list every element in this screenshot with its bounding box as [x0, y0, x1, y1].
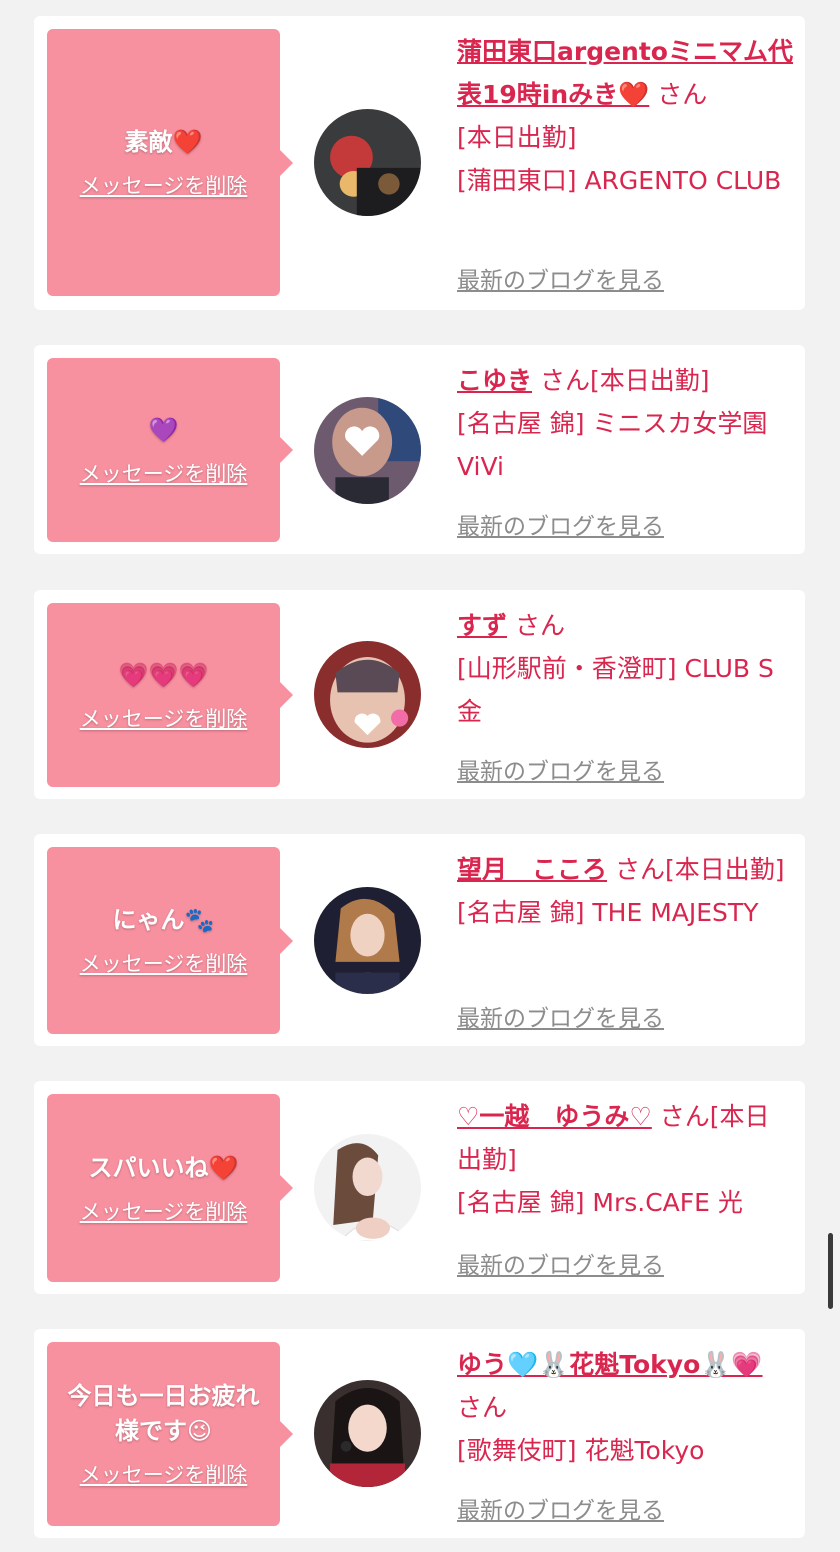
avatar[interactable]: [314, 109, 421, 216]
shop-name: [名古屋 錦] Mrs.CAFE 光: [457, 1188, 743, 1217]
user-name-link[interactable]: ゆう🩵🐰花魁Tokyo🐰💗: [457, 1350, 763, 1379]
message-text: 💗💗💗: [118, 660, 209, 689]
user-info: 蒲田東口argentoミニマム代表19時inみき❤️ さん [本日出勤] [蒲田…: [457, 30, 793, 202]
delete-message-link[interactable]: メッセージを削除: [80, 1196, 248, 1226]
delete-message-link[interactable]: メッセージを削除: [80, 703, 248, 733]
user-name-link[interactable]: 望月 こころ: [457, 855, 607, 884]
delete-message-link[interactable]: メッセージを削除: [80, 1459, 248, 1489]
avatar-image: [314, 397, 421, 504]
user-suffix: さん: [657, 80, 708, 109]
avatar-image: [314, 887, 421, 994]
user-info: こゆき さん[本日出勤] [名古屋 錦] ミニスカ女学園ViVi: [457, 359, 793, 488]
user-info: ゆう🩵🐰花魁Tokyo🐰💗 さん [歌舞伎町] 花魁Tokyo: [457, 1343, 793, 1472]
message-card: 💗💗💗 メッセージを削除 すず さん [山形駅前・香澄町] CLUB S金 最新…: [34, 590, 805, 799]
shop-name: [山形駅前・香澄町] CLUB S金: [457, 654, 774, 726]
avatar-image: [314, 1380, 421, 1487]
message-text: にゃん🐾: [112, 906, 215, 934]
delete-message-link[interactable]: メッセージを削除: [80, 170, 248, 200]
delete-message-link[interactable]: メッセージを削除: [80, 948, 248, 978]
latest-blog-link[interactable]: 最新のブログを見る: [457, 1246, 664, 1280]
user-name-link[interactable]: ♡一越 ゆうみ♡: [457, 1102, 652, 1131]
message-bubble: 今日も一日お疲れ様です😉 メッセージを削除: [47, 1342, 293, 1526]
message-bubble: 💗💗💗 メッセージを削除: [47, 603, 293, 787]
message-text: 今日も一日お疲れ様です😉: [67, 1382, 260, 1445]
avatar[interactable]: [314, 641, 421, 748]
user-name-link[interactable]: 蒲田東口argentoミニマム代表19時inみき❤️: [457, 37, 793, 109]
latest-blog-link[interactable]: 最新のブログを見る: [457, 1491, 664, 1525]
message-text: 素敵❤️: [124, 128, 203, 156]
message-card: 💜 メッセージを削除 こゆき さん[本日出勤] [名古屋 錦] ミニスカ女学園V…: [34, 345, 805, 554]
avatar[interactable]: [314, 1134, 421, 1241]
user-suffix: さん: [514, 611, 565, 640]
message-card: にゃん🐾 メッセージを削除 望月 こころ さん[本日出勤] [名古屋 錦] TH…: [34, 834, 805, 1046]
user-info: 望月 こころ さん[本日出勤] [名古屋 錦] THE MAJESTY: [457, 848, 793, 934]
latest-blog-link[interactable]: 最新のブログを見る: [457, 752, 664, 786]
user-info: ♡一越 ゆうみ♡ さん[本日出勤] [名古屋 錦] Mrs.CAFE 光: [457, 1095, 793, 1224]
shop-name: [名古屋 錦] ミニスカ女学園ViVi: [457, 409, 768, 481]
attendance-status: [本日出勤]: [457, 123, 577, 152]
message-card: 今日も一日お疲れ様です😉 メッセージを削除 ゆう🩵🐰花魁Tokyo🐰💗 さん […: [34, 1329, 805, 1538]
user-name-link[interactable]: すず: [457, 611, 507, 640]
shop-name: [名古屋 錦] THE MAJESTY: [457, 898, 759, 927]
avatar-image: [314, 109, 421, 216]
message-card: スパいいね❤️ メッセージを削除 ♡一越 ゆうみ♡ さん[本日出勤] [名古屋 …: [34, 1081, 805, 1294]
message-bubble: 素敵❤️ メッセージを削除: [47, 29, 293, 296]
message-bubble: 💜 メッセージを削除: [47, 358, 293, 542]
avatar-image: [314, 1134, 421, 1241]
user-suffix: さん: [457, 1393, 508, 1422]
avatar[interactable]: [314, 397, 421, 504]
shop-name: [蒲田東口] ARGENTO CLUB: [457, 166, 782, 195]
avatar[interactable]: [314, 1380, 421, 1487]
message-text: スパいいね❤️: [88, 1153, 239, 1182]
delete-message-link[interactable]: メッセージを削除: [80, 458, 248, 488]
avatar-image: [314, 641, 421, 748]
user-suffix: さん[本日出勤]: [614, 855, 785, 884]
shop-name: [歌舞伎町] 花魁Tokyo: [457, 1436, 705, 1465]
latest-blog-link[interactable]: 最新のブログを見る: [457, 261, 664, 295]
user-name-link[interactable]: こゆき: [457, 366, 532, 395]
latest-blog-link[interactable]: 最新のブログを見る: [457, 507, 664, 541]
message-card: 素敵❤️ メッセージを削除 蒲田東口argentoミニマム代表19時inみき❤️…: [34, 16, 805, 310]
message-text: 💜: [148, 415, 179, 444]
user-info: すず さん [山形駅前・香澄町] CLUB S金: [457, 604, 793, 733]
message-bubble: スパいいね❤️ メッセージを削除: [47, 1094, 293, 1282]
scrollbar[interactable]: [828, 1233, 833, 1309]
user-suffix: さん[本日出勤]: [539, 366, 710, 395]
message-bubble: にゃん🐾 メッセージを削除: [47, 847, 293, 1034]
avatar[interactable]: [314, 887, 421, 994]
latest-blog-link[interactable]: 最新のブログを見る: [457, 999, 664, 1033]
